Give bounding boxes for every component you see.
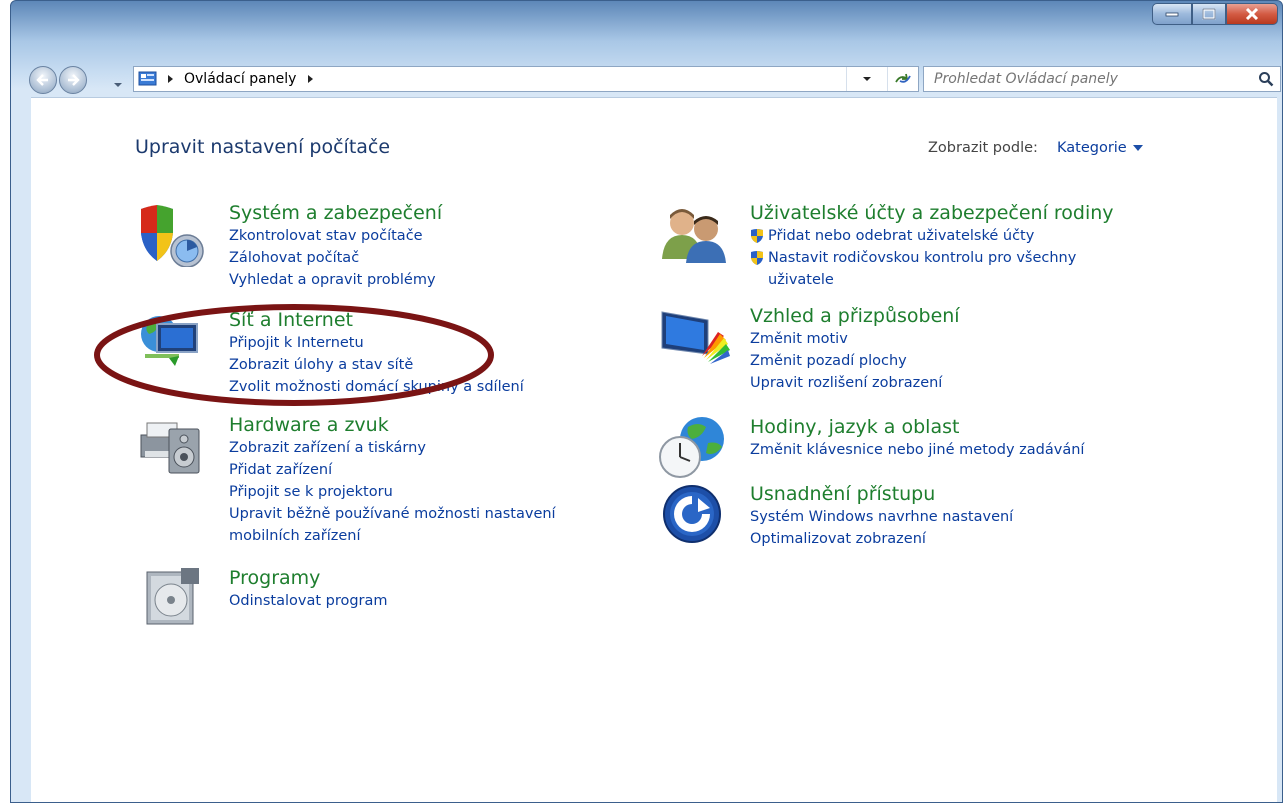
category-title[interactable]: Programy bbox=[229, 566, 388, 590]
category-texts: Uživatelské účty a zabezpečení rodiny Př… bbox=[750, 201, 1114, 291]
category-texts: Programy Odinstalovat program bbox=[229, 566, 388, 612]
category-texts: Vzhled a přizpůsobení Změnit motiv Změni… bbox=[750, 304, 960, 394]
maximize-icon bbox=[1202, 8, 1216, 20]
task-link[interactable]: Připojit se k projektoru bbox=[229, 481, 556, 503]
close-button[interactable] bbox=[1226, 3, 1278, 25]
main-content: Upravit nastavení počítače Zobrazit podl… bbox=[31, 97, 1277, 802]
system-security-icon bbox=[141, 205, 204, 267]
task-row: Přidat nebo odebrat uživatelské účty bbox=[750, 225, 1114, 247]
task-link[interactable]: Zkontrolovat stav počítače bbox=[229, 225, 442, 247]
page-title: Upravit nastavení počítače bbox=[135, 136, 391, 158]
task-row: Nastavit rodičovskou kontrolu pro všechn… bbox=[750, 247, 1114, 269]
close-icon bbox=[1245, 8, 1259, 20]
annotation-ellipse bbox=[94, 304, 494, 406]
navigation-bar: Ovládací panely bbox=[25, 62, 1281, 96]
category-texts: Hardware a zvuk Zobrazit zařízení a tisk… bbox=[229, 413, 556, 547]
uac-shield-icon bbox=[751, 251, 763, 265]
maximize-button[interactable] bbox=[1192, 3, 1226, 25]
address-dropdown-button[interactable] bbox=[846, 67, 887, 91]
task-link[interactable]: Odinstalovat program bbox=[229, 590, 388, 612]
minimize-button[interactable] bbox=[1152, 3, 1192, 25]
breadcrumb-item[interactable]: Ovládací panely bbox=[184, 71, 296, 87]
category-title[interactable]: Systém a zabezpečení bbox=[229, 201, 442, 225]
task-link[interactable]: Upravit běžně používané možnosti nastave… bbox=[229, 503, 556, 525]
task-link[interactable]: Systém Windows navrhne nastavení bbox=[750, 506, 1013, 528]
task-link[interactable]: Upravit rozlišení zobrazení bbox=[750, 372, 960, 394]
forward-arrow-icon bbox=[68, 74, 80, 86]
minimize-icon bbox=[1165, 12, 1179, 17]
task-link[interactable]: Zobrazit zařízení a tiskárny bbox=[229, 437, 556, 459]
chevron-down-icon bbox=[1132, 145, 1143, 151]
category-texts: Hodiny, jazyk a oblast Změnit klávesnice… bbox=[750, 415, 1084, 461]
hardware-sound-icon bbox=[140, 422, 200, 474]
refresh-icon bbox=[895, 73, 911, 83]
chevron-down-icon bbox=[863, 77, 871, 81]
category-title[interactable]: Usnadnění přístupu bbox=[750, 482, 1013, 506]
ease-of-access-icon bbox=[663, 485, 721, 543]
recent-pages-button[interactable] bbox=[113, 74, 123, 93]
search-icon[interactable] bbox=[1258, 71, 1274, 87]
category-title[interactable]: Vzhled a přizpůsobení bbox=[750, 304, 960, 328]
task-link[interactable]: Nastavit rodičovskou kontrolu pro všechn… bbox=[768, 247, 1076, 269]
control-panel-icon bbox=[138, 71, 157, 86]
category-texts: Usnadnění přístupu Systém Windows navrhn… bbox=[750, 482, 1013, 550]
task-link-continued[interactable]: mobilních zařízení bbox=[229, 525, 556, 547]
view-by-dropdown[interactable]: Kategorie bbox=[1057, 140, 1143, 156]
back-button[interactable] bbox=[29, 66, 57, 94]
category-title[interactable]: Hodiny, jazyk a oblast bbox=[750, 415, 1084, 439]
task-link[interactable]: Změnit pozadí plochy bbox=[750, 350, 960, 372]
chevron-down-icon bbox=[114, 83, 122, 87]
task-link[interactable]: Změnit motiv bbox=[750, 328, 960, 350]
search-input[interactable] bbox=[932, 70, 1236, 88]
programs-icon bbox=[146, 568, 199, 625]
category-title[interactable]: Hardware a zvuk bbox=[229, 413, 556, 437]
view-by-label: Zobrazit podle: bbox=[928, 140, 1038, 156]
search-box[interactable] bbox=[923, 66, 1281, 92]
task-link[interactable]: Zálohovat počítač bbox=[229, 247, 442, 269]
back-arrow-icon bbox=[36, 74, 48, 86]
address-bar[interactable]: Ovládací panely bbox=[133, 66, 919, 92]
task-link[interactable]: Přidat zařízení bbox=[229, 459, 556, 481]
forward-button[interactable] bbox=[59, 66, 87, 94]
view-by-value: Kategorie bbox=[1057, 140, 1127, 156]
task-link[interactable]: Přidat nebo odebrat uživatelské účty bbox=[768, 225, 1034, 247]
breadcrumb-separator-icon[interactable] bbox=[306, 74, 316, 84]
task-link[interactable]: Optimalizovat zobrazení bbox=[750, 528, 1013, 550]
task-link-continued[interactable]: uživatele bbox=[768, 269, 1114, 291]
uac-shield-icon bbox=[751, 229, 763, 243]
control-panel-window: Ovládací panely Upravit nastavení počíta… bbox=[10, 0, 1283, 803]
breadcrumb-separator-icon bbox=[168, 75, 173, 83]
category-title[interactable]: Uživatelské účty a zabezpečení rodiny bbox=[750, 201, 1114, 225]
category-texts: Systém a zabezpečení Zkontrolovat stav p… bbox=[229, 201, 442, 291]
task-link[interactable]: Změnit klávesnice nebo jiné metody zadáv… bbox=[750, 439, 1084, 461]
clock-language-icon bbox=[659, 417, 724, 478]
task-link[interactable]: Vyhledat a opravit problémy bbox=[229, 269, 442, 291]
user-accounts-icon bbox=[662, 209, 726, 263]
window-controls bbox=[1152, 3, 1278, 25]
appearance-icon bbox=[661, 311, 730, 364]
refresh-button[interactable] bbox=[887, 67, 918, 91]
